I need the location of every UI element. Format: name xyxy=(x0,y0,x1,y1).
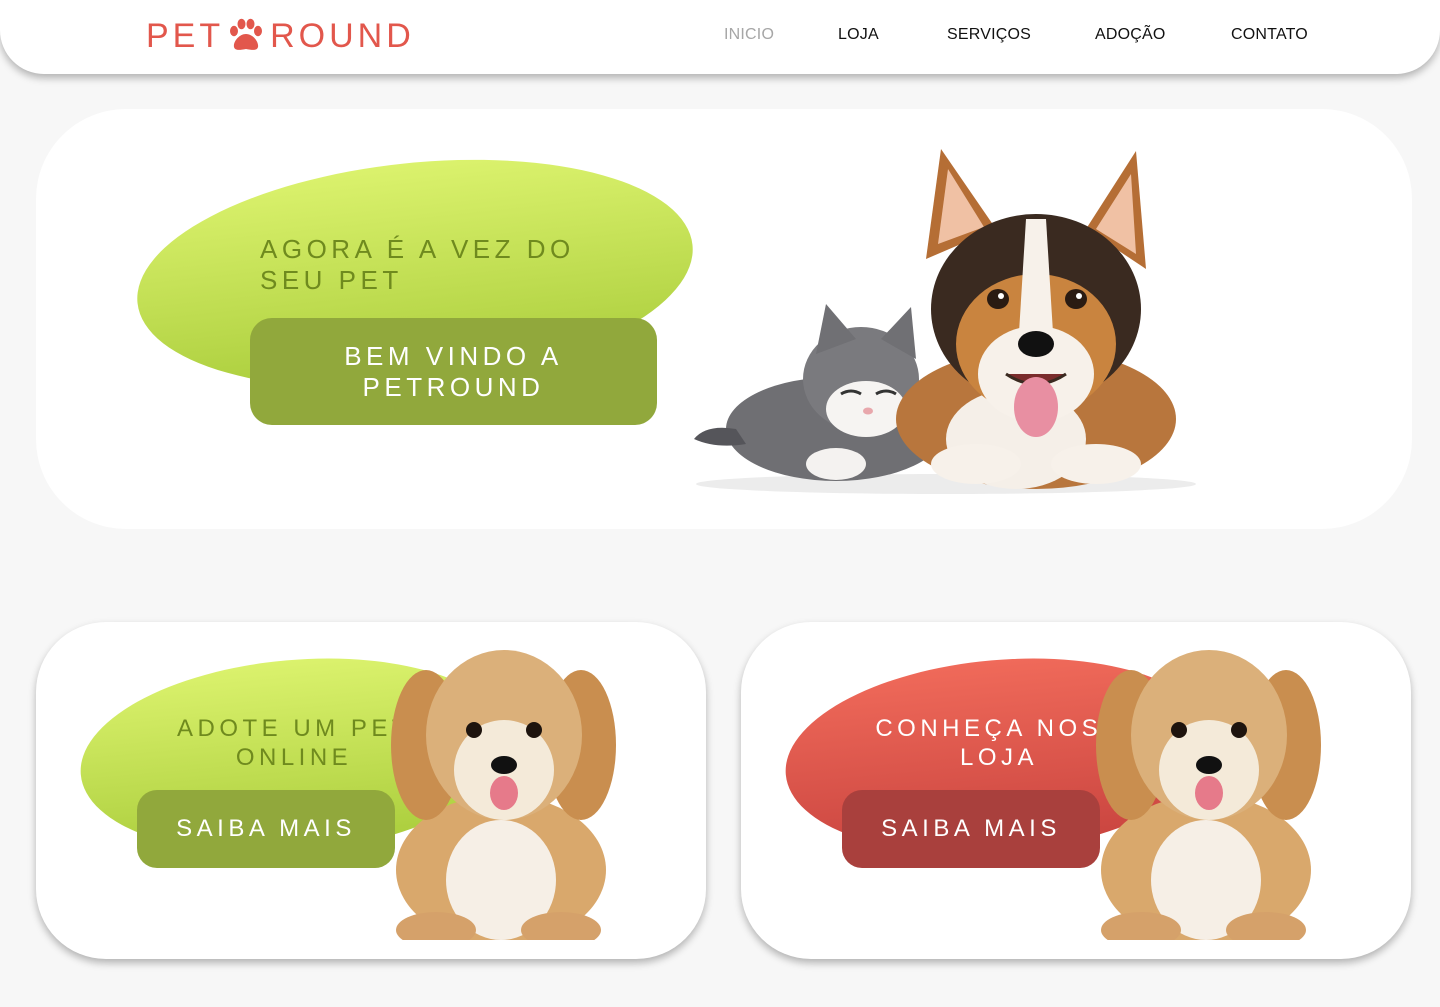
nav-item-loja[interactable]: LOJA xyxy=(838,26,879,44)
paw-icon xyxy=(230,18,263,50)
hero-headline: AGORA É A VEZ DO SEU PET xyxy=(260,234,575,295)
brand-logo[interactable]: PET ROUND xyxy=(146,16,415,56)
welcome-button-line2: PETROUND xyxy=(362,371,545,402)
brand-name-left: PET xyxy=(146,16,225,55)
welcome-button-line1: BEM VINDO A xyxy=(344,340,563,371)
adopt-learn-more-button[interactable]: SAIBA MAIS xyxy=(137,790,395,868)
brand-name-right: ROUND xyxy=(270,16,415,55)
adopt-promo-card: ADOTE UM PET ONLINE SAIBA MAIS xyxy=(36,622,706,959)
shop-promo-card: CONHEÇA NOSA LOJA SAIBA MAIS xyxy=(741,622,1411,959)
nav-item-contato[interactable]: CONTATO xyxy=(1231,26,1308,44)
hero-card: AGORA É A VEZ DO SEU PET BEM VINDO A PET… xyxy=(36,109,1412,529)
welcome-button[interactable]: BEM VINDO A PETROUND xyxy=(250,318,657,425)
fluffy-puppy-image xyxy=(1096,650,1321,940)
fluffy-puppy-image xyxy=(391,650,616,940)
nav-item-servicos[interactable]: SERVIÇOS xyxy=(947,26,1031,44)
corgi-and-kitten-image xyxy=(694,149,1196,494)
nav-item-inicio[interactable]: INICIO xyxy=(724,26,774,44)
top-navbar: PET ROUND INICIO LOJA SERVIÇOS ADOÇÃO CO… xyxy=(0,0,1440,74)
shop-learn-more-button[interactable]: SAIBA MAIS xyxy=(842,790,1100,868)
nav-item-adocao[interactable]: ADOÇÃO xyxy=(1095,26,1166,44)
